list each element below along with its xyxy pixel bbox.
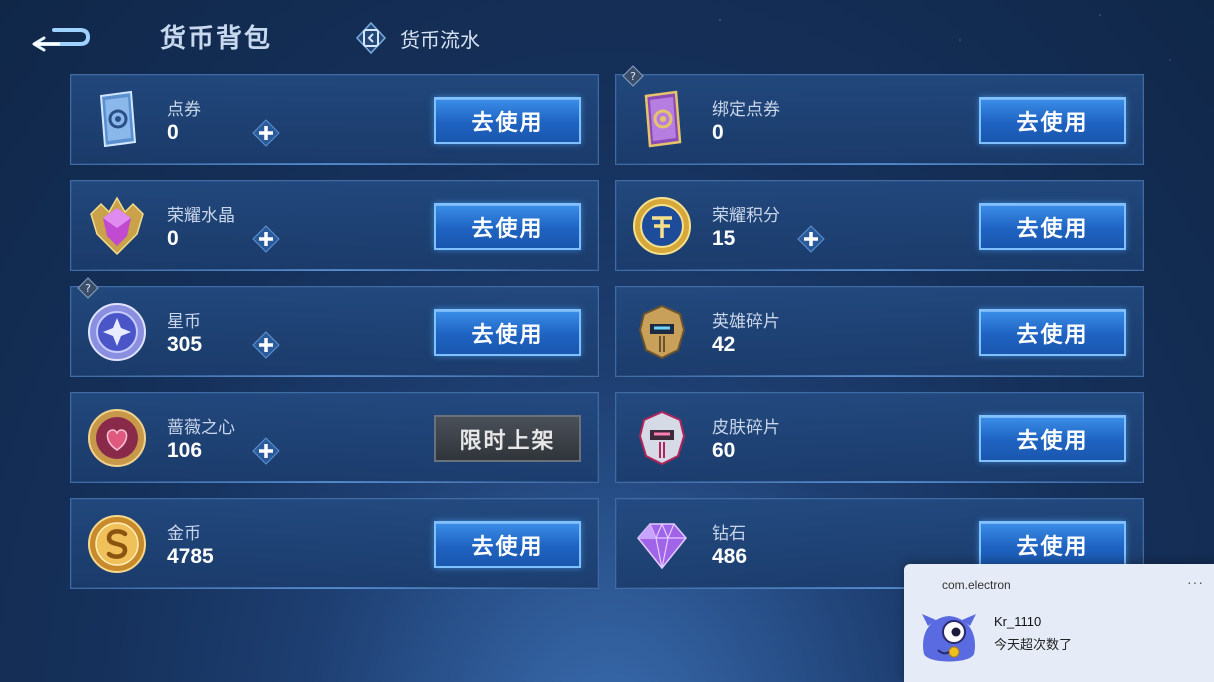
currency-value: 4785 <box>167 545 214 568</box>
currency-card-rose-heart: 蔷薇之心 106 限时上架 <box>70 392 599 483</box>
currency-card-ticket: 点券 0 去使用 <box>70 74 599 165</box>
currency-value: 15 <box>712 227 736 250</box>
ticket-icon <box>99 90 137 148</box>
help-icon[interactable]: ? <box>622 65 644 87</box>
use-button[interactable]: 去使用 <box>979 415 1126 462</box>
star-coin-icon <box>88 303 146 361</box>
use-button[interactable]: 去使用 <box>979 309 1126 356</box>
currency-name: 蔷薇之心 <box>167 418 235 438</box>
add-plus-icon[interactable] <box>251 224 281 254</box>
currency-name: 点券 <box>167 100 201 120</box>
use-button[interactable]: 去使用 <box>434 203 581 250</box>
add-plus-icon[interactable] <box>251 118 281 148</box>
diamond-icon <box>637 522 687 570</box>
currency-value: 0 <box>712 121 724 144</box>
svg-text:?: ? <box>85 282 91 295</box>
notification-toast[interactable]: com.electron ··· Kr_1110 今天超次数了 <box>904 564 1214 682</box>
currency-name: 荣耀水晶 <box>167 206 235 226</box>
currency-value: 305 <box>167 333 203 356</box>
glory-points-icon <box>633 197 691 255</box>
top-bar: 货币背包 货币流水 <box>0 0 1214 72</box>
currency-card-glory-points: 荣耀积分 15 去使用 <box>615 180 1144 271</box>
svg-text:?: ? <box>630 70 636 83</box>
add-plus-icon[interactable] <box>251 330 281 360</box>
currency-card-hero-fragment: 英雄碎片 42 去使用 <box>615 286 1144 377</box>
currency-value: 60 <box>712 439 736 462</box>
currency-card-skin-fragment: 皮肤碎片 60 去使用 <box>615 392 1144 483</box>
currency-value: 0 <box>167 227 179 250</box>
glory-crystal-icon <box>90 196 144 256</box>
use-button[interactable]: 去使用 <box>434 97 581 144</box>
use-button[interactable]: 去使用 <box>434 309 581 356</box>
currency-flow-label: 货币流水 <box>400 27 480 52</box>
currency-card-gold-coin: 金币 4785 去使用 <box>70 498 599 589</box>
use-button[interactable]: 去使用 <box>979 203 1126 250</box>
currency-name: 皮肤碎片 <box>712 418 780 438</box>
help-icon[interactable]: ? <box>77 277 99 299</box>
limited-time-button[interactable]: 限时上架 <box>434 415 581 462</box>
gold-coin-icon <box>88 515 146 573</box>
more-options-icon[interactable]: ··· <box>1187 574 1204 590</box>
add-plus-icon[interactable] <box>796 224 826 254</box>
currency-value: 486 <box>712 545 748 568</box>
currency-card-bound-ticket: ? 绑定点券 0 去使用 <box>615 65 1144 165</box>
currency-name: 绑定点券 <box>712 100 780 120</box>
notification-sender: Kr_1110 <box>994 614 1042 629</box>
currency-flow-icon <box>355 21 387 55</box>
currency-name: 英雄碎片 <box>712 312 780 332</box>
add-plus-icon[interactable] <box>251 436 281 466</box>
hero-fragment-icon <box>638 304 686 360</box>
skin-fragment-icon <box>638 410 686 466</box>
bound-ticket-icon <box>644 90 682 148</box>
use-button[interactable]: 去使用 <box>979 521 1126 568</box>
currency-value: 106 <box>167 439 203 462</box>
currency-flow-tab[interactable]: 货币流水 <box>354 21 480 55</box>
rose-heart-icon <box>88 409 146 467</box>
notification-message: 今天超次数了 <box>994 637 1073 652</box>
back-arrow-icon <box>32 28 91 52</box>
currency-value: 42 <box>712 333 736 356</box>
currency-value: 0 <box>167 121 179 144</box>
back-button[interactable] <box>30 20 92 54</box>
currency-name: 钻石 <box>712 524 746 544</box>
currency-name: 金币 <box>167 524 201 544</box>
currency-name: 荣耀积分 <box>712 206 780 226</box>
currency-card-star-coin: ? 星币 305 去使用 <box>70 277 599 377</box>
notification-app-name: com.electron <box>942 578 1011 592</box>
currency-name: 星币 <box>167 312 201 332</box>
currency-card-glory-crystal: 荣耀水晶 0 去使用 <box>70 180 599 271</box>
use-button[interactable]: 去使用 <box>434 521 581 568</box>
page-title: 货币背包 <box>160 24 273 54</box>
use-button[interactable]: 去使用 <box>979 97 1126 144</box>
avatar <box>922 614 976 662</box>
